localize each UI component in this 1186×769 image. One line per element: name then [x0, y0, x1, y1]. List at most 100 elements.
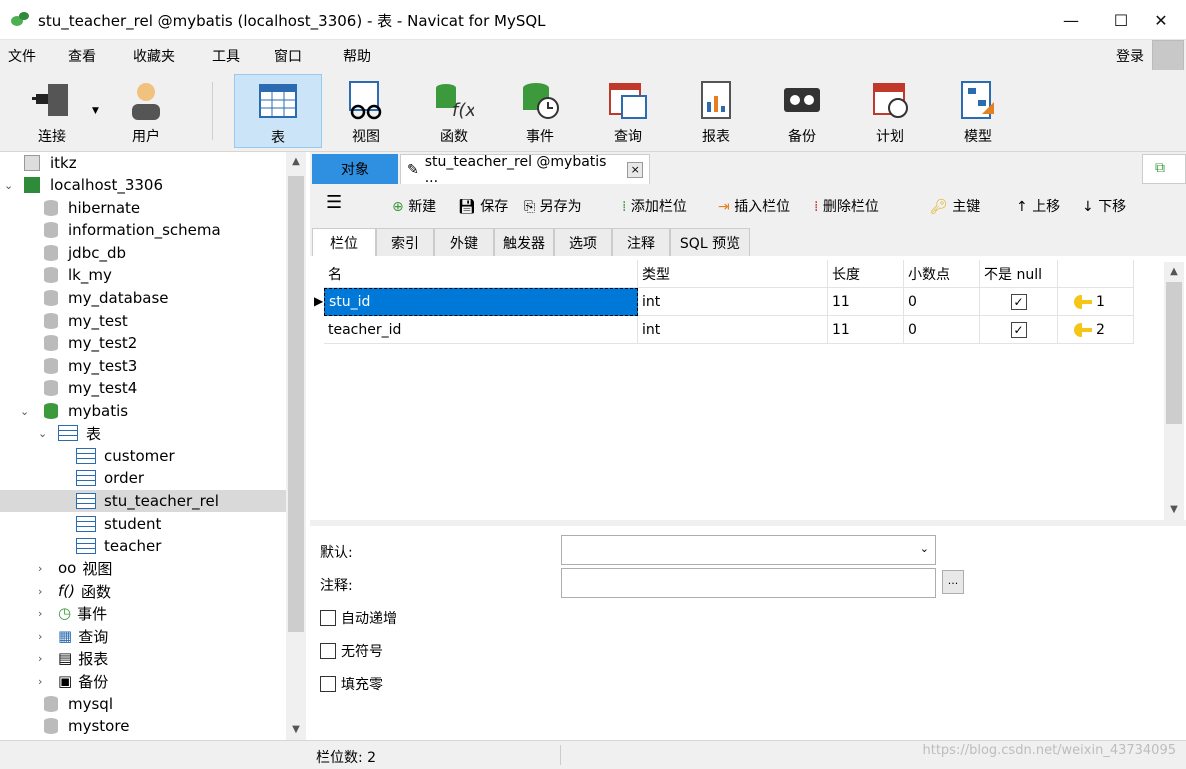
move-up-button[interactable]: ↑ 上移 [1016, 196, 1060, 216]
toolbar-connection-button[interactable]: 连接 [8, 74, 96, 148]
menu-favorites[interactable]: 收藏夹 [133, 46, 175, 66]
tree-folder-backups[interactable]: › ▣ 备份 [38, 670, 108, 692]
scrollbar-thumb[interactable] [288, 176, 304, 632]
minimize-button[interactable]: — [1046, 0, 1096, 40]
checkbox-box[interactable] [320, 610, 336, 626]
new-button[interactable]: ⊕ 新建 [392, 196, 436, 216]
scroll-down-icon[interactable]: ▼ [286, 720, 306, 740]
toolbar-user-button[interactable]: 用户 [102, 74, 190, 148]
cell-field-type[interactable]: int [638, 316, 828, 344]
grid-scrollbar[interactable]: ▲ ▼ [1164, 262, 1184, 520]
chevron-right-icon[interactable]: › [38, 585, 58, 598]
tree-connection-localhost[interactable]: ⌄ localhost_3306 [0, 174, 286, 196]
checkbox-box[interactable] [320, 643, 336, 659]
cell-field-decimals[interactable]: 0 [904, 316, 980, 344]
toolbar-model-button[interactable]: 模型 [934, 74, 1022, 148]
toolbar-report-button[interactable]: 报表 [672, 74, 760, 148]
tree-db-mystore[interactable]: mystore [44, 715, 129, 737]
tree-folder-views[interactable]: › oo 视图 [38, 557, 112, 579]
cell-not-null[interactable]: ✓ [980, 288, 1058, 316]
tree-folder-functions[interactable]: › f() 函数 [38, 580, 111, 602]
chevron-down-icon[interactable]: ⌄ [4, 179, 13, 192]
cell-field-type[interactable]: int [638, 288, 828, 316]
tree-db-my-test2[interactable]: my_test2 [44, 332, 137, 354]
save-button[interactable]: 💾︎ 保存 [458, 196, 508, 216]
tree-table-student[interactable]: student [76, 513, 161, 535]
tree-folder-queries[interactable]: › ▦ 查询 [38, 625, 108, 647]
chevron-down-icon[interactable]: ▼ [92, 106, 99, 116]
tree-db-lk-my[interactable]: lk_my [44, 264, 112, 286]
cell-field-length[interactable]: 11 [828, 316, 904, 344]
tree-table-stu-teacher-rel[interactable]: stu_teacher_rel [0, 490, 286, 512]
comment-ellipsis-button[interactable]: ... [942, 570, 964, 594]
column-header-type[interactable]: 类型 [638, 260, 828, 288]
chevron-right-icon[interactable]: › [38, 675, 58, 688]
tab-foreign-keys[interactable]: 外键 [434, 228, 494, 256]
not-null-checkbox[interactable]: ✓ [1010, 321, 1027, 338]
chevron-down-icon[interactable]: ⌄ [20, 405, 44, 418]
primary-key-button[interactable]: 🔑︎ 主键 [930, 196, 980, 216]
scroll-down-icon[interactable]: ▼ [1164, 500, 1184, 520]
tree-table-order[interactable]: order [76, 467, 144, 489]
tab-options[interactable]: 选项 [554, 228, 612, 256]
menu-tools[interactable]: 工具 [212, 46, 240, 66]
move-down-button[interactable]: ↓ 下移 [1082, 196, 1126, 216]
auto-increment-checkbox[interactable]: 自动递增 [320, 608, 397, 628]
toolbar-query-button[interactable]: 查询 [584, 74, 672, 148]
cell-key[interactable]: 1 [1058, 288, 1134, 316]
insert-field-button[interactable]: ⇥ 插入栏位 [718, 196, 790, 216]
delete-field-button[interactable]: ⁞ 删除栏位 [814, 196, 879, 216]
checkbox-box[interactable] [320, 676, 336, 692]
tab-objects[interactable]: 对象 [312, 154, 398, 184]
new-window-button[interactable]: ⧉ [1142, 154, 1186, 184]
tab-table-editor[interactable]: ✎ stu_teacher_rel @mybatis ... × [400, 154, 650, 186]
toolbar-table-button[interactable]: 表 [234, 74, 322, 148]
cell-field-length[interactable]: 11 [828, 288, 904, 316]
menu-file[interactable]: 文件 [8, 46, 36, 66]
tab-indexes[interactable]: 索引 [376, 228, 434, 256]
sidebar-scrollbar[interactable]: ▲ ▼ [286, 152, 306, 740]
cell-key[interactable]: 2 [1058, 316, 1134, 344]
tab-triggers[interactable]: 触发器 [494, 228, 554, 256]
menu-icon[interactable]: ☰ [326, 192, 342, 213]
tree-db-my-test4[interactable]: my_test4 [44, 377, 137, 399]
column-header-decimals[interactable]: 小数点 [904, 260, 980, 288]
tree-db-mysql[interactable]: mysql [44, 693, 113, 715]
unsigned-checkbox[interactable]: 无符号 [320, 641, 383, 661]
toolbar-event-button[interactable]: 事件 [496, 74, 584, 148]
tree-db-jdbc-db[interactable]: jdbc_db [44, 242, 126, 264]
cell-field-name[interactable]: stu_id [324, 288, 638, 316]
tab-comment[interactable]: 注释 [612, 228, 670, 256]
tree-db-my-test3[interactable]: my_test3 [44, 355, 137, 377]
close-tab-icon[interactable]: × [627, 161, 643, 178]
menu-view[interactable]: 查看 [68, 46, 96, 66]
tree-db-information-schema[interactable]: information_schema [44, 219, 221, 241]
tree-connection-itkz[interactable]: itkz [0, 152, 286, 174]
toolbar-schedule-button[interactable]: 计划 [846, 74, 934, 148]
tab-sql-preview[interactable]: SQL 预览 [670, 228, 750, 256]
scroll-up-icon[interactable]: ▲ [1164, 262, 1184, 282]
column-header-name[interactable]: 名 [324, 260, 638, 288]
tree-table-customer[interactable]: customer [76, 445, 175, 467]
chevron-right-icon[interactable]: › [38, 652, 58, 665]
scroll-up-icon[interactable]: ▲ [286, 152, 306, 172]
cell-not-null[interactable]: ✓ [980, 316, 1058, 344]
close-button[interactable]: ✕ [1136, 0, 1186, 40]
not-null-checkbox[interactable]: ✓ [1010, 293, 1027, 310]
tree-db-mybatis[interactable]: ⌄ mybatis [20, 400, 128, 422]
column-header-not-null[interactable]: 不是 null [980, 260, 1058, 288]
tab-fields[interactable]: 栏位 [312, 228, 376, 256]
save-as-button[interactable]: ⎘ 另存为 [524, 196, 582, 216]
add-field-button[interactable]: ⁞ 添加栏位 [622, 196, 687, 216]
cell-field-name[interactable]: teacher_id [324, 316, 638, 344]
cell-field-decimals[interactable]: 0 [904, 288, 980, 316]
column-header-key[interactable] [1058, 260, 1134, 288]
tree-table-teacher[interactable]: teacher [76, 535, 161, 557]
tree-folder-events[interactable]: › ◷ 事件 [38, 602, 107, 624]
toolbar-view-button[interactable]: 视图 [322, 74, 410, 148]
login-link[interactable]: 登录 [1116, 46, 1144, 66]
tree-db-hibernate[interactable]: hibernate [44, 197, 140, 219]
chevron-right-icon[interactable]: › [38, 562, 58, 575]
tree-folder-tables[interactable]: ⌄ 表 [38, 422, 101, 444]
tree-db-my-database[interactable]: my_database [44, 287, 169, 309]
